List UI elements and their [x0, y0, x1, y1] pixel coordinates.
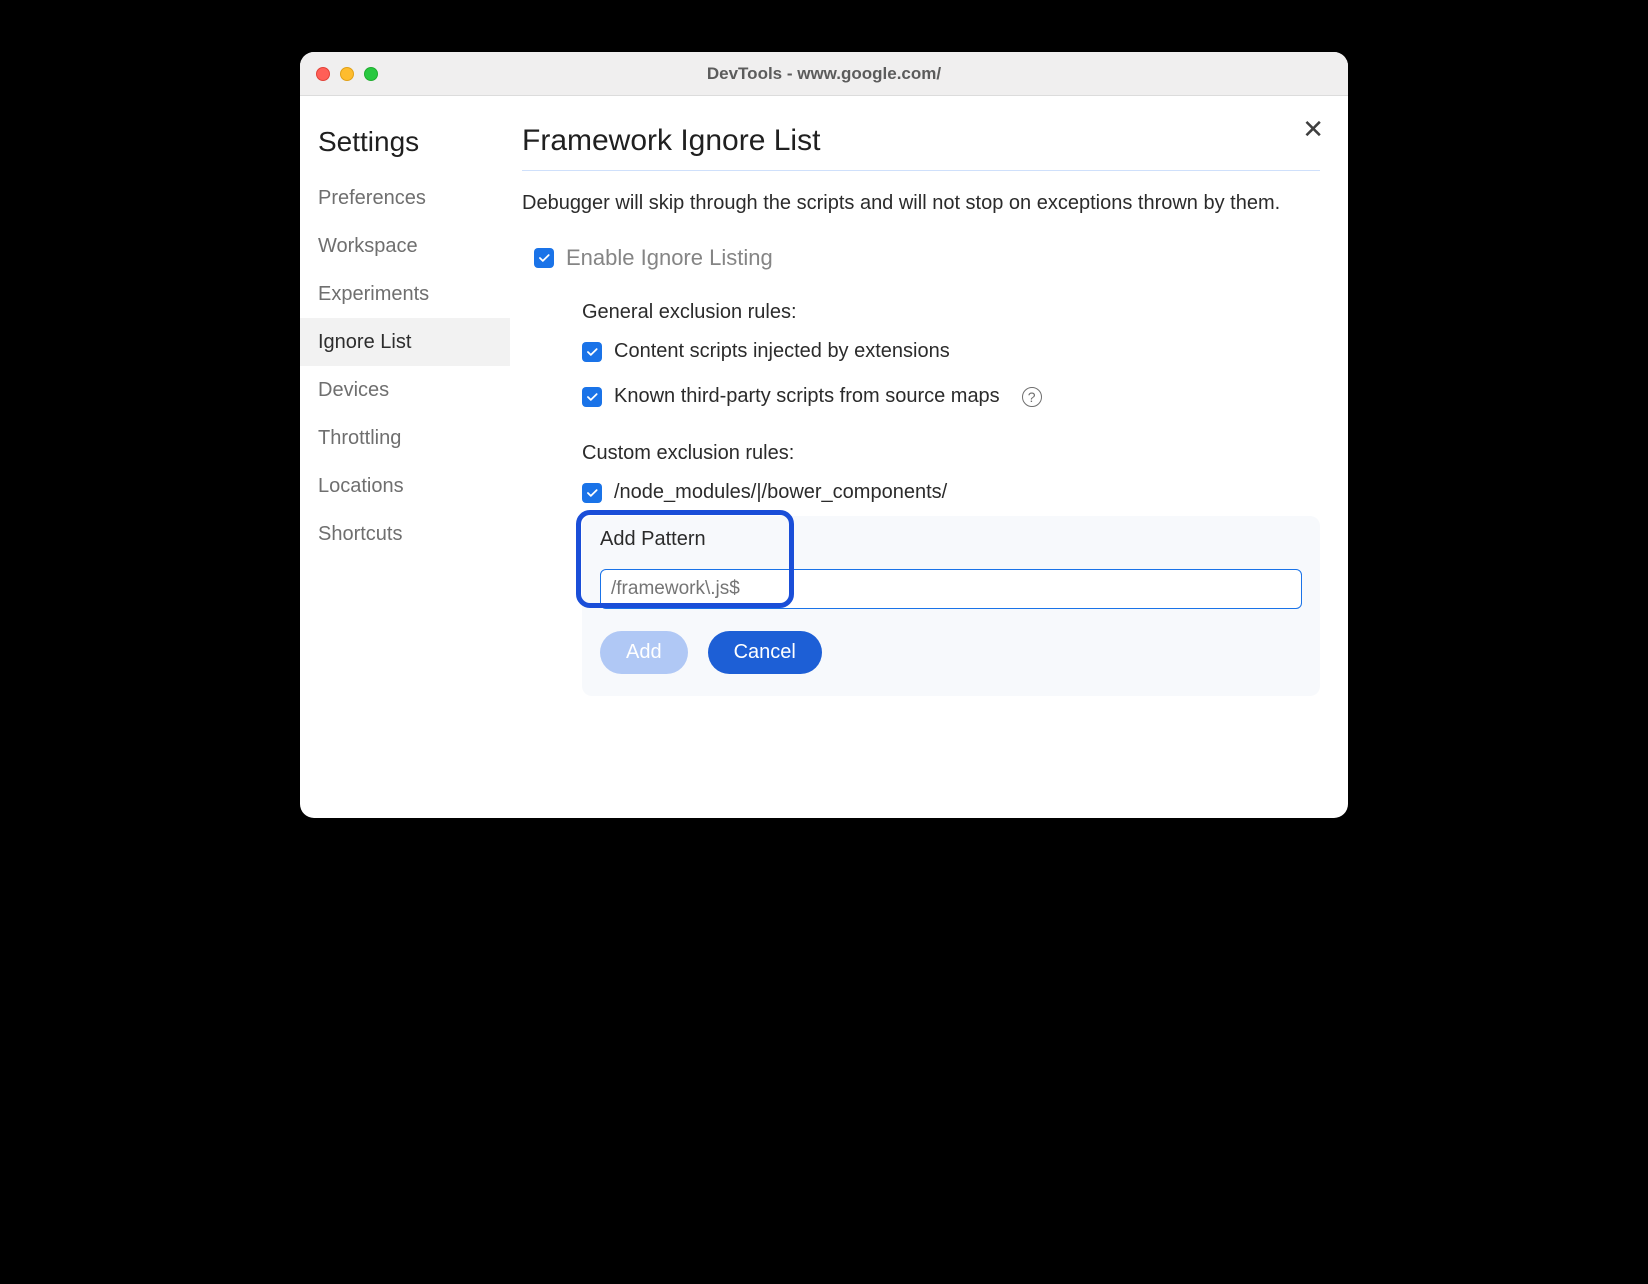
- add-pattern-buttons: Add Cancel: [600, 631, 1302, 674]
- cancel-button[interactable]: Cancel: [708, 631, 822, 674]
- window-title: DevTools - www.google.com/: [300, 64, 1348, 84]
- add-pattern-panel: Add Pattern Add Cancel: [582, 516, 1320, 696]
- settings-sidebar: Settings Preferences Workspace Experimen…: [300, 96, 510, 818]
- window-zoom-light[interactable]: [364, 67, 378, 81]
- sidebar-item-preferences[interactable]: Preferences: [300, 174, 510, 222]
- enable-ignore-listing-row[interactable]: Enable Ignore Listing: [534, 245, 1320, 271]
- close-icon[interactable]: ✕: [1302, 116, 1324, 142]
- checkmark-icon: [537, 251, 551, 265]
- sidebar-item-devices[interactable]: Devices: [300, 366, 510, 414]
- checkmark-icon: [585, 345, 599, 359]
- settings-main: Framework Ignore List Debugger will skip…: [510, 96, 1348, 818]
- window-close-light[interactable]: [316, 67, 330, 81]
- window-minimize-light[interactable]: [340, 67, 354, 81]
- page-title: Framework Ignore List: [522, 124, 1320, 171]
- sidebar-title: Settings: [300, 120, 510, 174]
- sidebar-item-locations[interactable]: Locations: [300, 462, 510, 510]
- settings-body: ✕ Settings Preferences Workspace Experim…: [300, 96, 1348, 818]
- custom-exclusion-heading: Custom exclusion rules:: [582, 442, 1320, 465]
- checkmark-icon: [585, 486, 599, 500]
- page-description: Debugger will skip through the scripts a…: [522, 189, 1320, 217]
- rule-third-party-row[interactable]: Known third-party scripts from source ma…: [582, 385, 1320, 408]
- sidebar-item-ignore-list[interactable]: Ignore List: [300, 318, 510, 366]
- checkmark-icon: [585, 390, 599, 404]
- enable-ignore-listing-checkbox[interactable]: [534, 248, 554, 268]
- sidebar-item-throttling[interactable]: Throttling: [300, 414, 510, 462]
- rule-third-party-checkbox[interactable]: [582, 387, 602, 407]
- sidebar-item-experiments[interactable]: Experiments: [300, 270, 510, 318]
- general-exclusion-heading: General exclusion rules:: [582, 301, 1320, 324]
- enable-ignore-listing-label: Enable Ignore Listing: [566, 245, 773, 271]
- sidebar-item-workspace[interactable]: Workspace: [300, 222, 510, 270]
- rule-third-party-label: Known third-party scripts from source ma…: [614, 385, 1000, 408]
- rule-content-scripts-label: Content scripts injected by extensions: [614, 340, 950, 363]
- traffic-lights: [316, 67, 378, 81]
- sidebar-item-shortcuts[interactable]: Shortcuts: [300, 510, 510, 558]
- custom-rule-node-modules-checkbox[interactable]: [582, 483, 602, 503]
- add-button[interactable]: Add: [600, 631, 688, 674]
- rule-content-scripts-checkbox[interactable]: [582, 342, 602, 362]
- titlebar: DevTools - www.google.com/: [300, 52, 1348, 96]
- add-pattern-label: Add Pattern: [600, 516, 1302, 569]
- custom-rule-node-modules-label: /node_modules/|/bower_components/: [614, 481, 947, 504]
- help-icon[interactable]: ?: [1022, 387, 1042, 407]
- add-pattern-input[interactable]: [600, 569, 1302, 609]
- custom-rules-group: /node_modules/|/bower_components/ Add Pa…: [582, 481, 1320, 696]
- rule-content-scripts-row[interactable]: Content scripts injected by extensions: [582, 340, 1320, 363]
- custom-rule-node-modules-row[interactable]: /node_modules/|/bower_components/: [582, 481, 1320, 504]
- devtools-settings-window: DevTools - www.google.com/ ✕ Settings Pr…: [300, 52, 1348, 818]
- general-rules-group: Content scripts injected by extensions K…: [582, 340, 1320, 408]
